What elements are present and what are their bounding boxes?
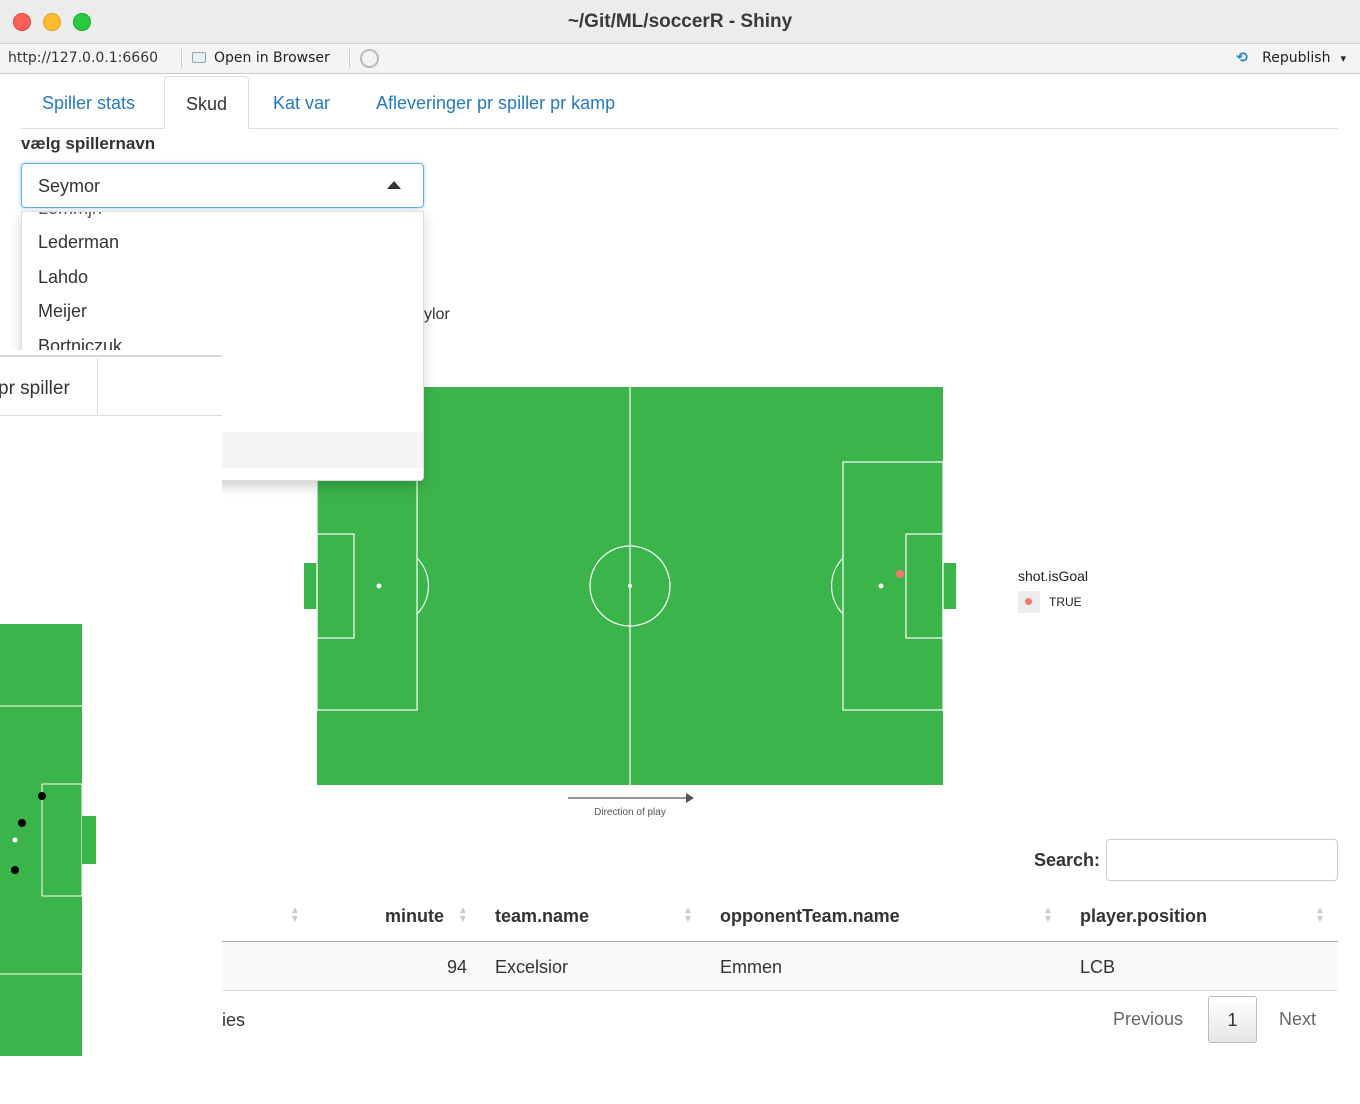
shot-point (18, 819, 26, 827)
mini-pitch (0, 624, 96, 1056)
tab-skud[interactable]: Skud (164, 76, 249, 129)
window-title: ~/Git/ML/soccerR - Shiny (567, 11, 793, 32)
shot-point (11, 866, 19, 874)
window-titlebar: ~/Git/ML/soccerR - Shiny (0, 0, 1360, 44)
open-in-browser-button[interactable]: Open in Browser (192, 50, 330, 66)
republish-button[interactable]: ⟲ Republish ▾ (1236, 50, 1346, 66)
cell-team: Excelsior (495, 957, 569, 977)
overlapping-window-fragment: pr spiller (0, 350, 222, 1104)
divider (0, 355, 222, 357)
sort-icon[interactable]: ▲ ▼ (458, 906, 468, 925)
column-opponent-team-name[interactable]: opponentTeam.name (720, 906, 900, 927)
browser-window-icon (192, 52, 206, 63)
column-player-position[interactable]: player.position (1080, 906, 1207, 927)
player-select-label: vælg spillernavn (21, 134, 156, 153)
dropdown-option[interactable]: Meijer (38, 301, 87, 322)
dropdown-option[interactable]: Lahdo (38, 267, 88, 288)
column-team-name[interactable]: team.name (495, 906, 589, 927)
nav-tabs: Spiller stats Skud Kat var Afleveringer … (21, 76, 1338, 129)
sort-icon[interactable]: ▲ ▼ (1043, 906, 1053, 925)
table-info-partial: ies (222, 1010, 246, 1030)
open-in-browser-label: Open in Browser (214, 50, 330, 66)
shot-point (38, 792, 46, 800)
sort-icon[interactable]: ▲ ▼ (1315, 906, 1325, 925)
divider (99, 415, 222, 416)
direction-of-play-label: Direction of play (594, 807, 666, 818)
goal-shot-point (896, 570, 904, 578)
selected-player-name-partial: ylor (424, 306, 450, 323)
caret-up-icon (387, 181, 401, 189)
next-page-button[interactable]: Next (1279, 996, 1316, 1043)
penalty-spot (12, 837, 18, 843)
search-label: Search: (1034, 850, 1101, 870)
sort-icon[interactable]: ▲ ▼ (290, 906, 300, 925)
search-input[interactable] (1106, 839, 1338, 881)
refresh-icon[interactable] (360, 49, 379, 68)
column-minute[interactable]: minute (385, 906, 444, 927)
toolbar-divider (349, 49, 350, 69)
legend-title: shot.isGoal (1018, 568, 1089, 584)
tab-spiller-stats[interactable]: Spiller stats (42, 76, 162, 129)
previous-page-button[interactable]: Previous (1113, 996, 1183, 1043)
dropdown-option-partial[interactable]: Lemmjn (38, 212, 102, 219)
cell-opponent: Emmen (720, 957, 783, 977)
toolbar-divider (181, 49, 182, 69)
url-text[interactable]: http://127.0.0.1:6660 (8, 50, 158, 66)
chevron-down-icon[interactable]: ▾ (1340, 52, 1346, 65)
legend-key (1018, 591, 1040, 613)
tab-partial[interactable]: pr spiller (0, 358, 98, 416)
viewer-toolbar: http://127.0.0.1:6660 Open in Browser ⟲ R… (0, 44, 1360, 74)
publish-icon: ⟲ (1236, 50, 1248, 66)
player-select-value: Seymor (38, 176, 101, 196)
tab-afleveringer[interactable]: Afleveringer pr spiller pr kamp (376, 76, 666, 129)
dropdown-option[interactable]: Lederman (38, 232, 119, 253)
cell-position: LCB (1080, 957, 1116, 977)
legend-label: TRUE (1049, 595, 1082, 609)
player-select[interactable]: Seymor (21, 163, 424, 208)
table-header: ▲ ▼ minute ▲ ▼ team.name ▲ ▼ opponentTeam.n… (222, 890, 1338, 942)
page-1-button[interactable]: 1 (1208, 996, 1257, 1043)
table-row[interactable]: 94 Excelsior Emmen LCB (222, 942, 1338, 991)
sort-icon[interactable]: ▲ ▼ (683, 906, 693, 925)
cell-minute: 94 (447, 957, 468, 977)
tab-kat-var[interactable]: Kat var (273, 76, 358, 129)
republish-label: Republish (1262, 50, 1331, 66)
